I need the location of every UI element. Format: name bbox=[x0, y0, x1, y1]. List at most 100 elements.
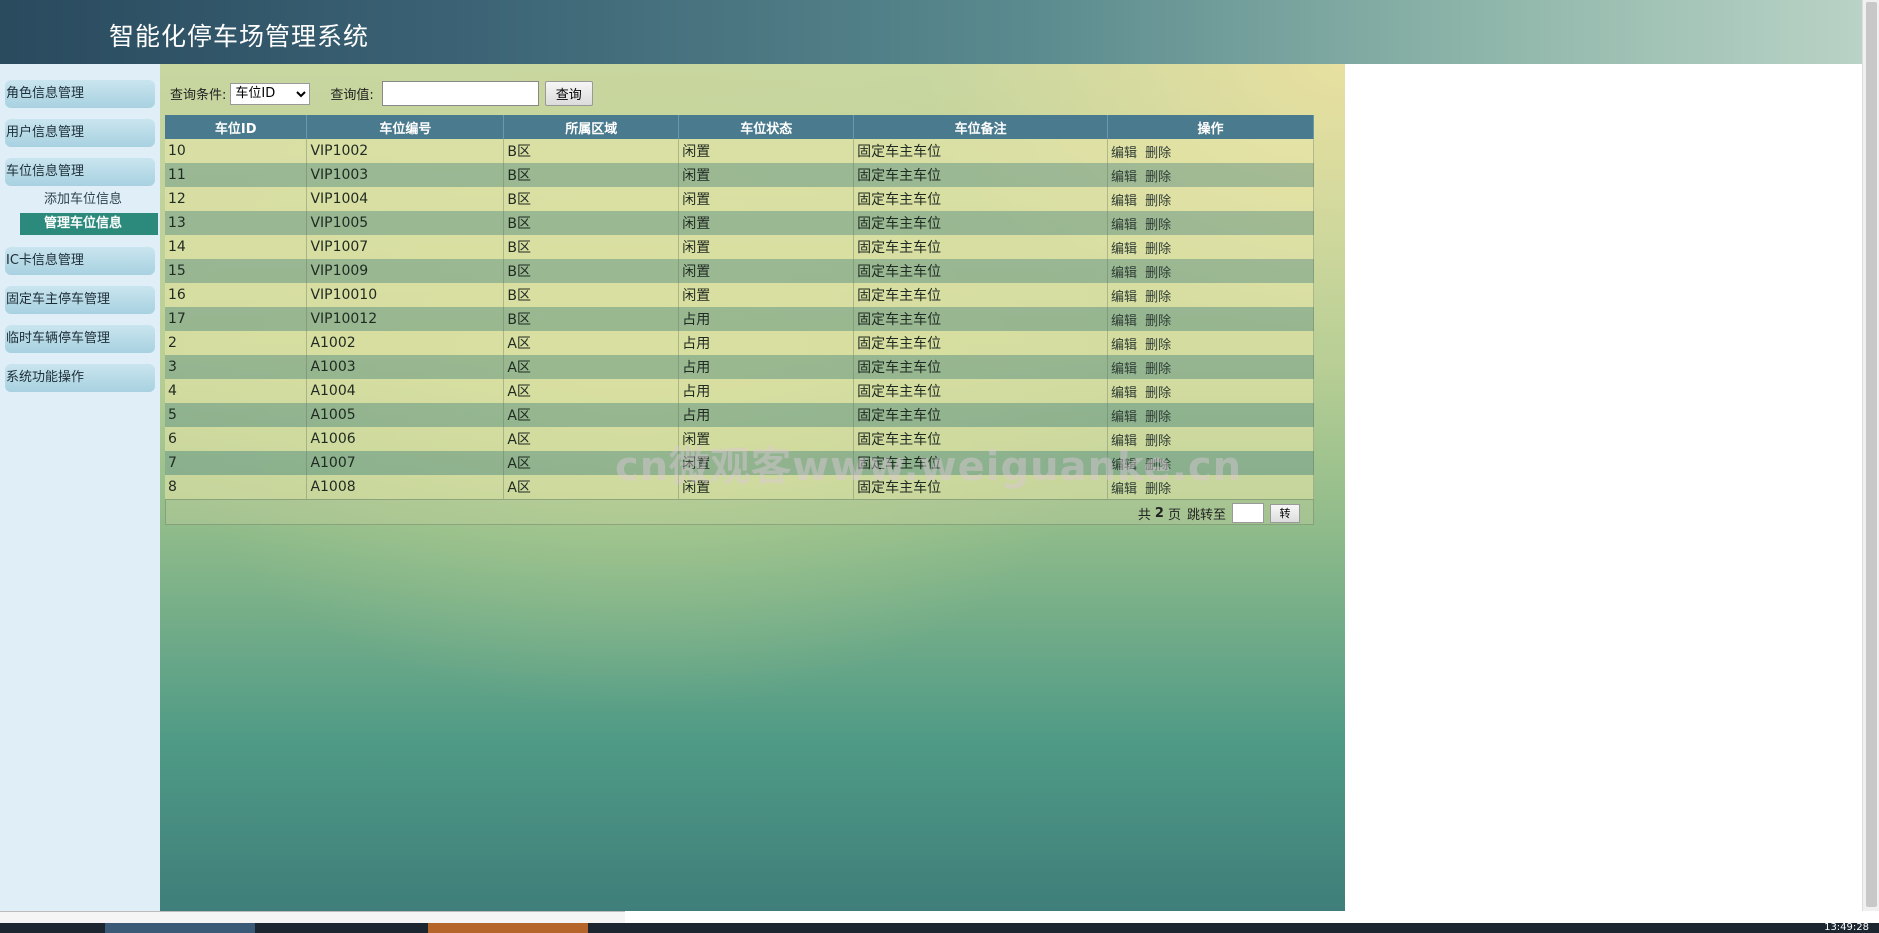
cell-code: A1007 bbox=[306, 451, 505, 475]
submenu-add-space[interactable]: 添加车位信息 bbox=[20, 189, 158, 211]
edit-link[interactable]: 编辑 bbox=[1111, 362, 1137, 377]
table-row: 12 VIP1004 B区 闲置 固定车主车位 编辑 删除 bbox=[165, 187, 1314, 211]
edit-link[interactable]: 编辑 bbox=[1111, 218, 1137, 233]
delete-link[interactable]: 删除 bbox=[1145, 146, 1171, 161]
cell-code: VIP1007 bbox=[306, 235, 505, 259]
cell-code: VIP1009 bbox=[306, 259, 505, 283]
cell-area: A区 bbox=[503, 427, 680, 451]
table-row: 8 A1008 A区 闲置 固定车主车位 编辑 删除 bbox=[165, 475, 1314, 499]
delete-link[interactable]: 删除 bbox=[1145, 362, 1171, 377]
table-row: 4 A1004 A区 占用 固定车主车位 编辑 删除 bbox=[165, 379, 1314, 403]
sidebar-item-fixed-owner-parking[interactable]: 固定车主停车管理 bbox=[5, 286, 155, 314]
scrollbar-thumb[interactable] bbox=[1866, 2, 1877, 907]
cell-actions: 编辑 删除 bbox=[1107, 187, 1314, 211]
cell-id: 4 bbox=[165, 379, 308, 403]
delete-link[interactable]: 删除 bbox=[1145, 314, 1171, 329]
cell-actions: 编辑 删除 bbox=[1107, 211, 1314, 235]
sidebar: 角色信息管理 用户信息管理 车位信息管理 添加车位信息 管理车位信息 IC卡信息… bbox=[0, 64, 160, 911]
delete-link[interactable]: 删除 bbox=[1145, 194, 1171, 209]
cell-area: B区 bbox=[503, 259, 680, 283]
delete-link[interactable]: 删除 bbox=[1145, 386, 1171, 401]
edit-link[interactable]: 编辑 bbox=[1111, 314, 1137, 329]
sidebar-item-ic-cards[interactable]: IC卡信息管理 bbox=[5, 247, 155, 275]
cell-area: A区 bbox=[503, 379, 680, 403]
search-condition-select[interactable]: 车位ID bbox=[230, 82, 311, 105]
cell-note: 固定车主车位 bbox=[853, 355, 1109, 379]
delete-link[interactable]: 删除 bbox=[1145, 410, 1171, 425]
cell-status: 闲置 bbox=[678, 283, 855, 307]
cell-status: 闲置 bbox=[678, 163, 855, 187]
vertical-scrollbar[interactable] bbox=[1862, 0, 1879, 911]
cell-note: 固定车主车位 bbox=[853, 403, 1109, 427]
column-header-code: 车位编号 bbox=[306, 115, 505, 139]
submenu-manage-spaces[interactable]: 管理车位信息 bbox=[20, 213, 158, 235]
cell-area: A区 bbox=[503, 451, 680, 475]
cell-code: VIP10012 bbox=[306, 307, 505, 331]
cell-code: VIP1004 bbox=[306, 187, 505, 211]
edit-link[interactable]: 编辑 bbox=[1111, 410, 1137, 425]
edit-link[interactable]: 编辑 bbox=[1111, 242, 1137, 257]
cell-status: 占用 bbox=[678, 355, 855, 379]
sidebar-item-system-functions[interactable]: 系统功能操作 bbox=[5, 364, 155, 392]
search-value-label: 查询值: bbox=[330, 88, 374, 103]
edit-link[interactable]: 编辑 bbox=[1111, 194, 1137, 209]
cell-status: 占用 bbox=[678, 307, 855, 331]
cell-note: 固定车主车位 bbox=[853, 211, 1109, 235]
edit-link[interactable]: 编辑 bbox=[1111, 434, 1137, 449]
edit-link[interactable]: 编辑 bbox=[1111, 170, 1137, 185]
delete-link[interactable]: 删除 bbox=[1145, 434, 1171, 449]
cell-id: 12 bbox=[165, 187, 308, 211]
cell-area: A区 bbox=[503, 331, 680, 355]
delete-link[interactable]: 删除 bbox=[1145, 482, 1171, 497]
edit-link[interactable]: 编辑 bbox=[1111, 266, 1137, 281]
search-button[interactable]: 查询 bbox=[544, 81, 593, 106]
table-row: 11 VIP1003 B区 闲置 固定车主车位 编辑 删除 bbox=[165, 163, 1314, 187]
cell-note: 固定车主车位 bbox=[853, 139, 1109, 163]
edit-link[interactable]: 编辑 bbox=[1111, 482, 1137, 497]
pager-page-input[interactable] bbox=[1232, 503, 1264, 523]
cell-id: 6 bbox=[165, 427, 308, 451]
cell-status: 闲置 bbox=[678, 211, 855, 235]
sidebar-item-parking-spaces[interactable]: 车位信息管理 bbox=[5, 158, 155, 186]
sidebar-item-roles[interactable]: 角色信息管理 bbox=[5, 80, 155, 108]
table-row: 7 A1007 A区 闲置 固定车主车位 编辑 删除 bbox=[165, 451, 1314, 475]
taskbar-app-button[interactable] bbox=[428, 923, 588, 933]
column-header-id: 车位ID bbox=[165, 115, 308, 139]
taskbar-clock: 13:49:28 bbox=[1824, 922, 1869, 933]
delete-link[interactable]: 删除 bbox=[1145, 290, 1171, 305]
delete-link[interactable]: 删除 bbox=[1145, 170, 1171, 185]
table-row: 6 A1006 A区 闲置 固定车主车位 编辑 删除 bbox=[165, 427, 1314, 451]
edit-link[interactable]: 编辑 bbox=[1111, 290, 1137, 305]
cell-actions: 编辑 删除 bbox=[1107, 451, 1314, 475]
delete-link[interactable]: 删除 bbox=[1145, 242, 1171, 257]
cell-id: 2 bbox=[165, 331, 308, 355]
edit-link[interactable]: 编辑 bbox=[1111, 146, 1137, 161]
pager-row: 共 2 页 跳转至 转 bbox=[165, 499, 1314, 525]
cell-actions: 编辑 删除 bbox=[1107, 235, 1314, 259]
cell-actions: 编辑 删除 bbox=[1107, 379, 1314, 403]
edit-link[interactable]: 编辑 bbox=[1111, 338, 1137, 353]
search-value-input[interactable] bbox=[381, 81, 539, 106]
edit-link[interactable]: 编辑 bbox=[1111, 386, 1137, 401]
cell-status: 闲置 bbox=[678, 259, 855, 283]
search-condition-label: 查询条件: bbox=[170, 88, 227, 103]
cell-code: A1002 bbox=[306, 331, 505, 355]
cell-status: 占用 bbox=[678, 379, 855, 403]
cell-area: A区 bbox=[503, 403, 680, 427]
cell-note: 固定车主车位 bbox=[853, 307, 1109, 331]
delete-link[interactable]: 删除 bbox=[1145, 458, 1171, 473]
delete-link[interactable]: 删除 bbox=[1145, 218, 1171, 233]
cell-note: 固定车主车位 bbox=[853, 283, 1109, 307]
cell-actions: 编辑 删除 bbox=[1107, 355, 1314, 379]
delete-link[interactable]: 删除 bbox=[1145, 266, 1171, 281]
table-row: 15 VIP1009 B区 闲置 固定车主车位 编辑 删除 bbox=[165, 259, 1314, 283]
pager-go-button[interactable]: 转 bbox=[1270, 503, 1300, 523]
search-bar: 查询条件: 车位ID 查询值: 查询 bbox=[170, 81, 593, 106]
cell-id: 10 bbox=[165, 139, 308, 163]
sidebar-item-users[interactable]: 用户信息管理 bbox=[5, 119, 155, 147]
taskbar-browser-button[interactable] bbox=[105, 923, 255, 933]
table-row: 2 A1002 A区 占用 固定车主车位 编辑 删除 bbox=[165, 331, 1314, 355]
sidebar-item-temp-vehicle-parking[interactable]: 临时车辆停车管理 bbox=[5, 325, 155, 353]
edit-link[interactable]: 编辑 bbox=[1111, 458, 1137, 473]
delete-link[interactable]: 删除 bbox=[1145, 338, 1171, 353]
